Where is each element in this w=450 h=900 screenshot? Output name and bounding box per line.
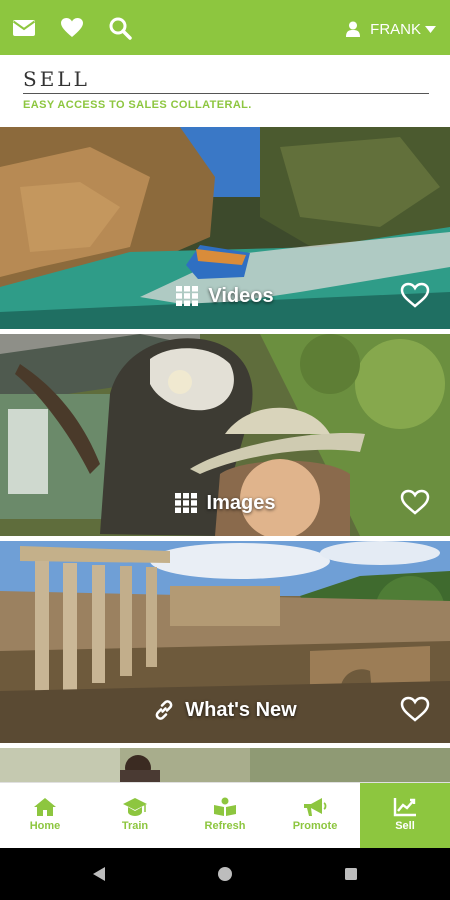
nav-home[interactable]: Home [0,783,90,849]
user-name: FRANK [370,20,421,38]
nav-home-label: Home [29,820,61,832]
nav-refresh[interactable]: Refresh [180,783,270,849]
book-icon [214,797,236,816]
partial-tile[interactable] [0,748,450,782]
graduation-cap-icon [123,798,147,816]
home-button[interactable] [217,866,233,882]
page-title: SELL [23,67,90,91]
nav-sell[interactable]: Sell [360,783,450,849]
home-icon [34,798,56,816]
nav-promote-label: Promote [292,820,338,832]
heart-icon[interactable] [60,16,84,40]
nav-train-label: Train [121,820,149,832]
nav-train[interactable]: Train [90,783,180,849]
heart-outline-icon[interactable] [400,695,430,723]
section-header: SELL EASY ACCESS TO SALES COLLATERAL. [23,66,429,111]
back-button[interactable] [91,866,107,882]
mail-icon[interactable] [12,16,36,40]
heart-outline-icon[interactable] [400,281,430,309]
whats-new-label: What's New [0,695,450,725]
megaphone-icon [304,798,327,816]
recents-button[interactable] [343,866,359,882]
videos-title: Videos [208,284,274,307]
link-icon [155,700,173,720]
nav-promote[interactable]: Promote [270,783,360,849]
nav-refresh-label: Refresh [204,820,246,832]
nav-sell-label: Sell [395,820,415,832]
whats-new-title: What's New [185,698,297,721]
grid-icon [174,493,197,513]
images-tile[interactable]: Images [0,334,450,536]
partial-background-image [0,748,450,782]
videos-tile[interactable]: Videos [0,127,450,329]
page-subtitle: EASY ACCESS TO SALES COLLATERAL. [23,99,252,111]
heart-outline-icon[interactable] [400,488,430,516]
whats-new-tile[interactable]: What's New [0,541,450,743]
title-divider [23,93,429,94]
person-icon [346,21,361,37]
top-bar: FRANK [0,0,450,55]
bottom-navigation: Home Train Refresh Promote Sell [0,782,450,849]
system-navigation-bar [0,848,450,900]
chart-icon [393,798,416,817]
images-title: Images [206,491,276,514]
caret-down-icon [425,25,436,33]
user-menu[interactable]: FRANK [346,18,436,40]
grid-icon [176,286,199,306]
search-icon[interactable] [108,16,132,40]
videos-label: Videos [0,281,450,311]
images-label: Images [0,488,450,518]
